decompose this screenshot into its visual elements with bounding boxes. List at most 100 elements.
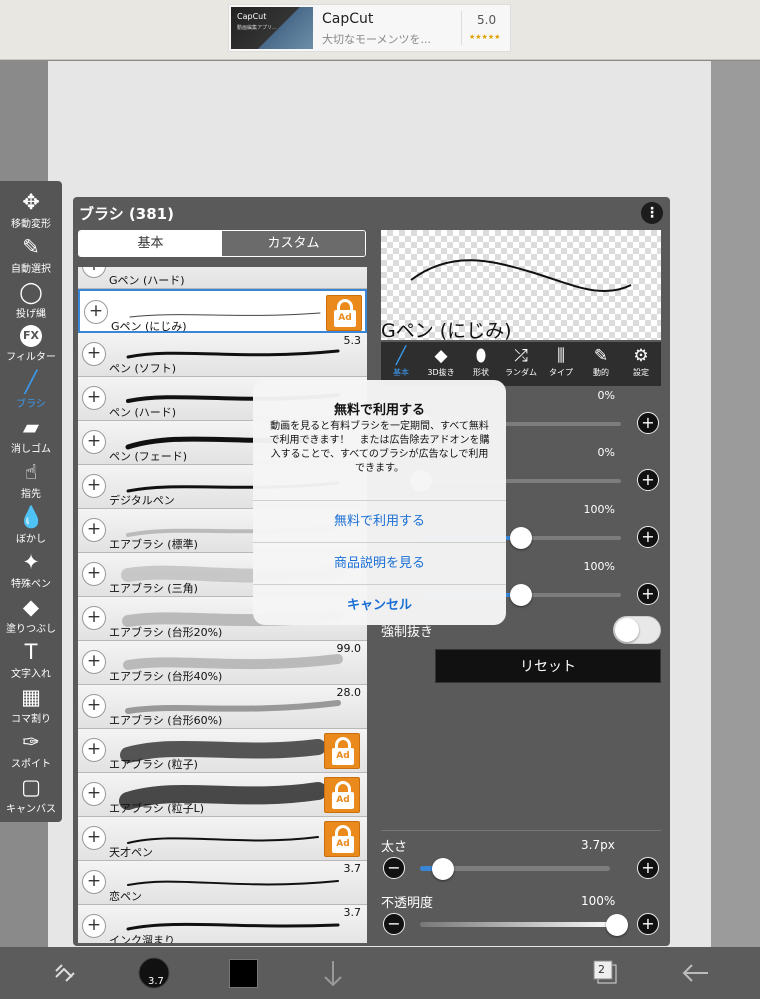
brush-name: エアブラシ (粒子): [109, 758, 198, 771]
view-details-button[interactable]: 商品説明を見る: [253, 542, 506, 584]
brush-list-item[interactable]: + インク溜まり 3.7: [78, 905, 367, 943]
add-brush-button[interactable]: +: [82, 430, 106, 454]
tool-brush[interactable]: ╱ ブラシ: [0, 366, 62, 411]
dialog-message: 動画を見ると有料ブラシを一定期間、すべて無料で利用できます！ または広告除去アド…: [269, 421, 490, 474]
brush-name: 天才ペン: [109, 846, 153, 859]
more-menu-icon[interactable]: ⋮: [641, 202, 663, 224]
layers-icon[interactable]: 2: [588, 947, 620, 999]
tab-label: 基本: [393, 368, 409, 377]
tool-text[interactable]: T 文字入れ: [0, 636, 62, 681]
ad-thumb-text: 動画編集アプリ...: [237, 25, 277, 31]
back-arrow-icon[interactable]: [678, 947, 712, 999]
thickness-value: 3.7px: [581, 838, 615, 852]
reset-button[interactable]: リセット: [435, 649, 661, 683]
slider-knob[interactable]: [510, 527, 532, 549]
cancel-button[interactable]: キャンセル: [253, 584, 506, 625]
tab-basic[interactable]: 基本: [79, 231, 222, 256]
ad-thumbnail: CapCut 動画編集アプリ...: [231, 7, 313, 49]
brush-list-item[interactable]: + エアブラシ (台形60%) 28.0: [78, 685, 367, 729]
rotate-canvas-icon[interactable]: [48, 947, 80, 999]
slider-knob[interactable]: [510, 584, 532, 606]
brush-name: 恋ペン: [109, 890, 142, 903]
tool-move[interactable]: ✥ 移動変形: [0, 186, 62, 231]
tool-special-pen[interactable]: ✦ 特殊ペン: [0, 546, 62, 591]
tab-label: ランダム: [505, 368, 537, 377]
ad-subtitle: 大切なモーメンツを...: [322, 33, 432, 46]
slider-plus-button[interactable]: +: [637, 583, 659, 605]
tab-custom[interactable]: カスタム: [222, 231, 365, 256]
tab-dynamic[interactable]: ✎ 動的: [581, 342, 621, 386]
forced-taper-toggle[interactable]: [613, 616, 661, 644]
tool-frame-divide[interactable]: ▦ コマ割り: [0, 681, 62, 726]
add-brush-button[interactable]: +: [82, 694, 106, 718]
ad-thumb-title: CapCut: [237, 12, 267, 21]
add-brush-button[interactable]: +: [82, 738, 106, 762]
tool-label: 特殊ペン: [11, 579, 51, 590]
brush-size-indicator[interactable]: 3.7: [134, 947, 174, 999]
opacity-track[interactable]: [420, 914, 628, 936]
tool-label: 消しゴム: [11, 444, 51, 455]
ad-lock-icon[interactable]: Ad: [326, 295, 362, 331]
add-brush-button[interactable]: +: [82, 562, 106, 586]
brush-list-item[interactable]: + 天才ペン Ad: [78, 817, 367, 861]
use-free-button[interactable]: 無料で利用する: [253, 500, 506, 542]
slider-plus-button[interactable]: +: [637, 469, 659, 491]
tool-fx[interactable]: FX フィルター: [0, 321, 62, 366]
download-arrow-icon[interactable]: [318, 947, 348, 999]
add-brush-button[interactable]: +: [82, 826, 106, 850]
opacity-plus-button[interactable]: +: [637, 913, 659, 935]
slider-value: 0%: [597, 446, 615, 459]
add-brush-button[interactable]: +: [82, 650, 106, 674]
tool-lasso[interactable]: ◯ 投げ縄: [0, 276, 62, 321]
brush-name: デジタルペン: [109, 494, 175, 507]
settings-icon: ⚙: [633, 346, 649, 366]
thickness-plus-button[interactable]: +: [637, 857, 659, 879]
add-brush-button[interactable]: +: [82, 870, 106, 894]
color-swatch[interactable]: [229, 947, 259, 999]
brush-list-item[interactable]: +Gペン (ハード): [78, 267, 367, 289]
tool-fill[interactable]: ◆ 塗りつぶし: [0, 591, 62, 636]
ad-lock-icon[interactable]: Ad: [324, 733, 360, 769]
add-brush-button[interactable]: +: [82, 386, 106, 410]
tab-settings[interactable]: ⚙ 設定: [621, 342, 661, 386]
add-brush-button[interactable]: +: [82, 914, 106, 938]
add-brush-button[interactable]: +: [82, 606, 106, 630]
tool-finger[interactable]: ☝ 指先: [0, 456, 62, 501]
thickness-track[interactable]: [420, 858, 610, 880]
add-brush-button[interactable]: +: [82, 518, 106, 542]
thickness-knob[interactable]: [432, 858, 454, 880]
tool-canvas[interactable]: ▢ キャンバス: [0, 771, 62, 816]
add-brush-button[interactable]: +: [82, 267, 106, 278]
add-brush-button[interactable]: +: [82, 474, 106, 498]
brush-list-item[interactable]: + エアブラシ (粒子) Ad: [78, 729, 367, 773]
thickness-minus-button[interactable]: −: [383, 857, 405, 879]
brush-list-item[interactable]: + 恋ペン 3.7: [78, 861, 367, 905]
add-brush-button[interactable]: +: [82, 342, 106, 366]
move-icon: ✥: [22, 190, 40, 214]
brush-size: 99.0: [336, 642, 362, 655]
layer-count: 2: [598, 963, 605, 976]
ad-lock-icon[interactable]: Ad: [324, 821, 360, 857]
slider-plus-button[interactable]: +: [637, 526, 659, 548]
brush-stroke-sample: [127, 880, 339, 886]
opacity-minus-button[interactable]: −: [383, 913, 405, 935]
brush-list-item[interactable]: + Gペン (にじみ) Ad: [78, 289, 367, 333]
brush-list-item[interactable]: + ペン (ソフト) 5.3: [78, 333, 367, 377]
ad-card[interactable]: CapCut 動画編集アプリ... CapCut 大切なモーメンツを... 5.…: [228, 4, 511, 52]
tool-blur[interactable]: 💧 ぼかし: [0, 501, 62, 546]
tab-shuffle[interactable]: ⤮ ランダム: [501, 342, 541, 386]
brush-list-item[interactable]: + エアブラシ (台形40%) 99.0: [78, 641, 367, 685]
tool-eraser[interactable]: ▰ 消しゴム: [0, 411, 62, 456]
ad-lock-icon[interactable]: Ad: [324, 777, 360, 813]
add-brush-button[interactable]: +: [84, 300, 108, 324]
add-brush-button[interactable]: +: [82, 782, 106, 806]
slider-plus-button[interactable]: +: [637, 412, 659, 434]
tool-label: 移動変形: [11, 219, 51, 230]
tool-magic-wand[interactable]: ✎ 自動選択: [0, 231, 62, 276]
opacity-knob[interactable]: [606, 914, 628, 936]
tool-eyedropper[interactable]: ✑ スポイト: [0, 726, 62, 771]
tab-type[interactable]: ⫼ タイプ: [541, 342, 581, 386]
brush-list-item[interactable]: + エアブラシ (粒子L) Ad: [78, 773, 367, 817]
shuffle-icon: ⤮: [514, 346, 528, 366]
blur-icon: 💧: [18, 505, 45, 529]
